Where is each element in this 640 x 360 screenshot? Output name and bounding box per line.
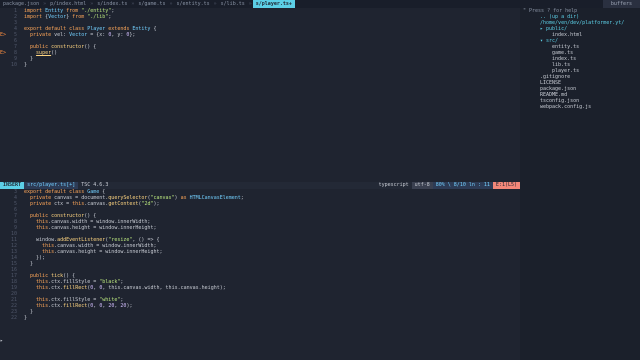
status-tsc: TSC 4.6.3 xyxy=(81,182,109,188)
command-line[interactable] xyxy=(0,352,520,360)
status-bar: INSERT src/player.ts[+] TSC 4.6.3 typesc… xyxy=(0,182,520,189)
mode-indicator: INSERT xyxy=(0,182,25,189)
code-line[interactable]: 10} xyxy=(0,62,520,68)
tab-5[interactable]: s/lib.ts xyxy=(218,0,248,8)
tab-2[interactable]: s/index.ts xyxy=(94,0,130,8)
tab-bar: package.json» p/index.html» s/index.ts» s/g… xyxy=(0,0,640,8)
bottom-editor-pane[interactable]: 3 export default class Game {4 private ca… xyxy=(0,189,520,352)
line-number: 22 xyxy=(10,315,17,321)
top-editor-pane[interactable]: 1 import Entity from "./entity"; 2 import {… xyxy=(0,8,520,182)
tab-3[interactable]: s/game.ts xyxy=(135,0,168,8)
tab-0[interactable]: package.json xyxy=(0,0,42,8)
cursor-marker: ▸ xyxy=(0,338,4,344)
status-position: 80% \ 8/10 ln : 11 xyxy=(432,182,493,189)
buffers-label[interactable]: buffers xyxy=(602,0,640,8)
tab-1[interactable]: p/index.html xyxy=(47,0,89,8)
code-text: } xyxy=(24,315,28,321)
status-file: src/player.ts[+] xyxy=(24,182,79,189)
code-text: } xyxy=(24,62,28,68)
file-explorer[interactable]: " Press ? for help .. (up a dir) /home/v… xyxy=(520,8,640,360)
status-encoding: utf-8 xyxy=(411,182,433,189)
code-line[interactable]: 22} xyxy=(0,315,520,321)
tab-6[interactable]: s/player.ts+ xyxy=(252,0,295,8)
tab-4[interactable]: s/entity.ts xyxy=(174,0,213,8)
explorer-item[interactable]: webpack.config.js xyxy=(520,104,640,110)
status-diagnostics: E:1(L5) xyxy=(492,182,520,189)
line-number: 10 xyxy=(10,62,17,68)
status-filetype: typescript xyxy=(378,182,409,188)
